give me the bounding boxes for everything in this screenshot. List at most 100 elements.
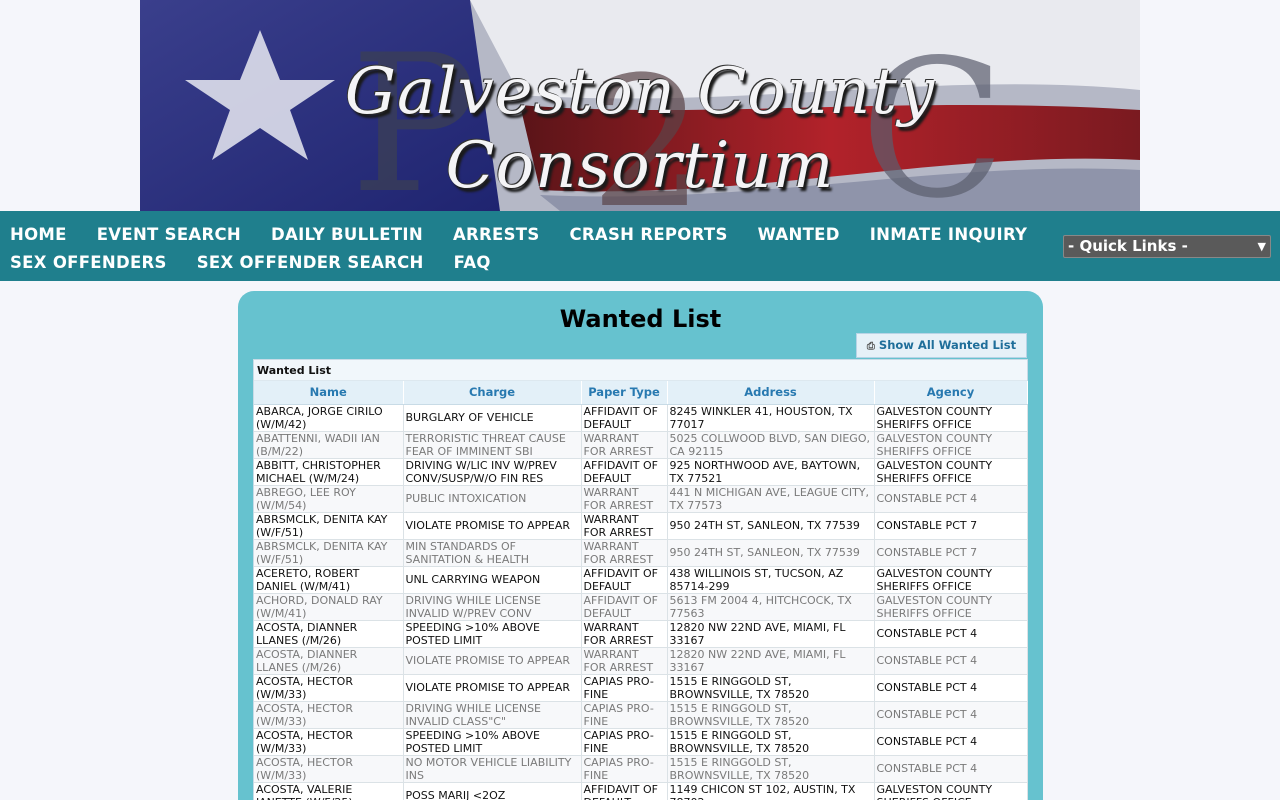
cell-name: ACOSTA, HECTOR (W/M/33) [254, 701, 404, 729]
table-header-row: Name Charge Paper Type Address Agency [254, 381, 1028, 405]
cell-name: ABARCA, JORGE CIRILO (W/M/42) [254, 404, 404, 432]
cell-agency: CONSTABLE PCT 7 [874, 539, 1028, 567]
cell-charge: UNL CARRYING WEAPON [403, 566, 582, 594]
cell-name: ABRSMCLK, DENITA KAY (W/F/51) [254, 512, 404, 540]
column-header-paper-type[interactable]: Paper Type [581, 381, 668, 405]
cell-name: ABREGO, LEE ROY (W/M/54) [254, 485, 404, 513]
cell-name: ACERETO, ROBERT DANIEL (W/M/41) [254, 566, 404, 594]
nav-daily-bulletin[interactable]: DAILY BULLETIN [271, 225, 423, 244]
cell-charge: POSS MARIJ <2OZ [403, 782, 582, 800]
cell-agency: CONSTABLE PCT 4 [874, 701, 1028, 729]
cell-agency: GALVESTON COUNTY SHERIFFS OFFICE [874, 566, 1028, 594]
table-row[interactable]: ACOSTA, DIANNER LLANES (/M/26) VIOLATE PR… [254, 647, 1028, 675]
cell-paper-type: AFFIDAVIT OF DEFAULT [581, 458, 668, 486]
table-row[interactable]: ACOSTA, DIANNER LLANES (/M/26) SPEEDING >… [254, 620, 1028, 648]
cell-charge: TERRORISTIC THREAT CAUSE FEAR OF IMMINEN… [403, 431, 582, 459]
cell-address: 12820 NW 22ND AVE, MIAMI, FL 33167 [667, 647, 875, 675]
cell-name: ACOSTA, HECTOR (W/M/33) [254, 728, 404, 756]
cell-paper-type: CAPIAS PRO-FINE [581, 728, 668, 756]
table-body: ABARCA, JORGE CIRILO (W/M/42) BURGLARY OF… [254, 404, 1028, 800]
wanted-table: Name Charge Paper Type Address Agency AB… [254, 381, 1028, 800]
nav-row-1: HOME EVENT SEARCH DAILY BULLETIN ARRESTS… [10, 225, 1027, 244]
table-row[interactable]: ABARCA, JORGE CIRILO (W/M/42) BURGLARY OF… [254, 404, 1028, 432]
main-nav: HOME EVENT SEARCH DAILY BULLETIN ARRESTS… [0, 211, 1280, 281]
show-all-label: Show All Wanted List [878, 338, 1017, 352]
cell-agency: GALVESTON COUNTY SHERIFFS OFFICE [874, 593, 1028, 621]
cell-agency: CONSTABLE PCT 4 [874, 755, 1028, 783]
cell-charge: PUBLIC INTOXICATION [403, 485, 582, 513]
cell-paper-type: WARRANT FOR ARREST [581, 539, 668, 567]
cell-charge: DRIVING W/LIC INV W/PREV CONV/SUSP/W/O F… [403, 458, 582, 486]
cell-paper-type: AFFIDAVIT OF DEFAULT [581, 566, 668, 594]
cell-agency: CONSTABLE PCT 4 [874, 620, 1028, 648]
page-title: Wanted List [559, 305, 722, 333]
cell-address: 441 N MICHIGAN AVE, LEAGUE CITY, TX 7757… [667, 485, 875, 513]
cell-agency: CONSTABLE PCT 4 [874, 728, 1028, 756]
cell-address: 1515 E RINGGOLD ST, BROWNSVILLE, TX 7852… [667, 728, 875, 756]
table-row[interactable]: ACOSTA, HECTOR (W/M/33) SPEEDING >10% ABO… [254, 728, 1028, 756]
cell-paper-type: AFFIDAVIT OF DEFAULT [581, 404, 668, 432]
cell-agency: GALVESTON COUNTY SHERIFFS OFFICE [874, 458, 1028, 486]
table-row[interactable]: ACERETO, ROBERT DANIEL (W/M/41) UNL CARRY… [254, 566, 1028, 594]
cell-agency: CONSTABLE PCT 4 [874, 485, 1028, 513]
cell-name: ABRSMCLK, DENITA KAY (W/F/51) [254, 539, 404, 567]
quick-links-select[interactable]: - Quick Links - ▼ [1063, 235, 1271, 258]
table-row[interactable]: ACHORD, DONALD RAY (W/M/41) DRIVING WHILE… [254, 593, 1028, 621]
nav-faq[interactable]: FAQ [454, 253, 491, 272]
column-header-agency[interactable]: Agency [874, 381, 1028, 405]
cell-address: 12820 NW 22ND AVE, MIAMI, FL 33167 [667, 620, 875, 648]
nav-sex-offenders[interactable]: SEX OFFENDERS [10, 253, 167, 272]
wanted-table-container: Wanted List Name Charge Paper Type Addre… [253, 359, 1028, 800]
cell-name: ABBITT, CHRISTOPHER MICHAEL (W/M/24) [254, 458, 404, 486]
cell-address: 950 24TH ST, SANLEON, TX 77539 [667, 539, 875, 567]
nav-sex-offender-search[interactable]: SEX OFFENDER SEARCH [197, 253, 424, 272]
cell-paper-type: WARRANT FOR ARREST [581, 485, 668, 513]
cell-address: 925 NORTHWOOD AVE, BAYTOWN, TX 77521 [667, 458, 875, 486]
table-row[interactable]: ABATTENNI, WADII IAN (B/M/22) TERRORISTIC… [254, 431, 1028, 459]
cell-paper-type: WARRANT FOR ARREST [581, 647, 668, 675]
table-row[interactable]: ABREGO, LEE ROY (W/M/54) PUBLIC INTOXICAT… [254, 485, 1028, 513]
header-banner: P 2 C Galveston County Consortium [140, 0, 1140, 211]
cell-charge: VIOLATE PROMISE TO APPEAR [403, 512, 582, 540]
cell-address: 1515 E RINGGOLD ST, BROWNSVILLE, TX 7852… [667, 755, 875, 783]
quick-links-value: - Quick Links - [1068, 237, 1188, 255]
cell-address: 1515 E RINGGOLD ST, BROWNSVILLE, TX 7852… [667, 701, 875, 729]
nav-wanted[interactable]: WANTED [758, 225, 840, 244]
cell-charge: SPEEDING >10% ABOVE POSTED LIMIT [403, 620, 582, 648]
column-header-name[interactable]: Name [254, 381, 404, 405]
nav-home[interactable]: HOME [10, 225, 67, 244]
nav-event-search[interactable]: EVENT SEARCH [97, 225, 241, 244]
cell-paper-type: AFFIDAVIT OF DEFAULT [581, 593, 668, 621]
nav-arrests[interactable]: ARRESTS [453, 225, 540, 244]
table-row[interactable]: ABRSMCLK, DENITA KAY (W/F/51) MIN STANDAR… [254, 539, 1028, 567]
cell-paper-type: WARRANT FOR ARREST [581, 620, 668, 648]
cell-paper-type: WARRANT FOR ARREST [581, 431, 668, 459]
cell-paper-type: CAPIAS PRO-FINE [581, 755, 668, 783]
nav-row-2: SEX OFFENDERS SEX OFFENDER SEARCH FAQ [10, 253, 491, 272]
cell-charge: DRIVING WHILE LICENSE INVALID W/PREV CON… [403, 593, 582, 621]
cell-name: ACOSTA, HECTOR (W/M/33) [254, 755, 404, 783]
show-all-wanted-button[interactable]: ⎙ Show All Wanted List [856, 333, 1027, 358]
cell-charge: SPEEDING >10% ABOVE POSTED LIMIT [403, 728, 582, 756]
table-row[interactable]: ACOSTA, VALERIE JANETTE (W/F/25)POSS MAR… [254, 782, 1028, 800]
column-header-address[interactable]: Address [667, 381, 875, 405]
banner-title: Galveston County Consortium [344, 55, 936, 203]
cell-name: ACOSTA, DIANNER LLANES (/M/26) [254, 647, 404, 675]
table-row[interactable]: ACOSTA, HECTOR (W/M/33) VIOLATE PROMISE T… [254, 674, 1028, 702]
cell-agency: CONSTABLE PCT 4 [874, 647, 1028, 675]
table-row[interactable]: ACOSTA, HECTOR (W/M/33) DRIVING WHILE LIC… [254, 701, 1028, 729]
cell-address: 950 24TH ST, SANLEON, TX 77539 [667, 512, 875, 540]
table-row[interactable]: ABRSMCLK, DENITA KAY (W/F/51) VIOLATE PRO… [254, 512, 1028, 540]
table-row[interactable]: ABBITT, CHRISTOPHER MICHAEL (W/M/24) DRIV… [254, 458, 1028, 486]
nav-crash-reports[interactable]: CRASH REPORTS [570, 225, 728, 244]
column-header-charge[interactable]: Charge [403, 381, 582, 405]
cell-name: ACOSTA, DIANNER LLANES (/M/26) [254, 620, 404, 648]
table-row[interactable]: ACOSTA, HECTOR (W/M/33) NO MOTOR VEHICLE … [254, 755, 1028, 783]
table-caption: Wanted List [254, 360, 1027, 381]
cell-name: ACOSTA, VALERIE JANETTE (W/F/25) [254, 782, 404, 800]
cell-paper-type: WARRANT FOR ARREST [581, 512, 668, 540]
print-icon: ⎙ [866, 341, 875, 352]
cell-charge: MIN STANDARDS OF SANITATION & HEALTH [403, 539, 582, 567]
cell-address: 5025 COLLWOOD BLVD, SAN DIEGO, CA 92115 [667, 431, 875, 459]
nav-inmate-inquiry[interactable]: INMATE INQUIRY [870, 225, 1028, 244]
